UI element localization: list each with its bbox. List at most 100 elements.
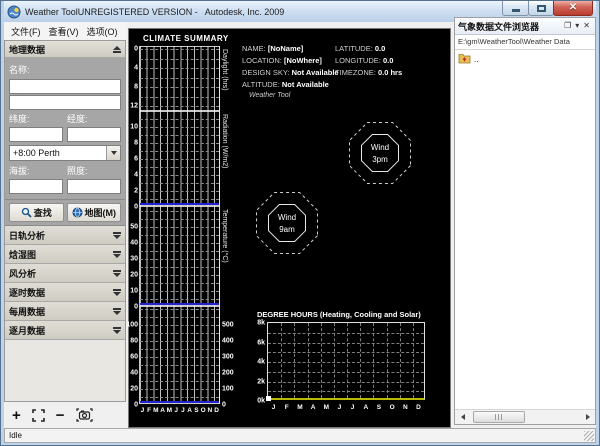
y-tick-label: 10 — [130, 124, 140, 131]
chart-section-temperature: 50403020100Temperature (°C) — [139, 206, 220, 306]
timezone-select[interactable]: +8:00 Perth — [9, 145, 121, 161]
window-title: Weather ToolUNREGISTERED VERSION - Autod… — [25, 7, 284, 17]
panel-menu-button[interactable]: ▾ — [573, 22, 581, 30]
y-tick-label: 40 — [130, 240, 140, 247]
panel-close-button[interactable]: ✕ — [581, 22, 592, 30]
zoom-fit-button[interactable] — [32, 409, 45, 422]
arrow-right-icon — [586, 414, 590, 420]
axis-label-temperature: Temperature (°C) — [221, 209, 228, 263]
month-label: N — [399, 404, 412, 411]
gridline — [140, 325, 219, 326]
sidebar-section-1[interactable]: 焓湿图 — [5, 245, 125, 264]
combo-dropdown-button[interactable] — [106, 146, 120, 160]
rolldown-icon — [113, 232, 121, 239]
sidebar-section-4[interactable]: 每周数据 — [5, 302, 125, 321]
sidebar-section-label: 逐时数据 — [9, 286, 45, 299]
zoom-in-button[interactable]: + — [12, 408, 21, 423]
menu-item-0[interactable]: 文件(F) — [8, 24, 44, 39]
minimize-button[interactable] — [502, 1, 529, 16]
svg-text:3pm: 3pm — [372, 155, 388, 164]
zoom-out-button[interactable]: − — [56, 408, 65, 423]
degree-hours-months-axis: JFMAMJJASOND — [267, 404, 425, 411]
gridline — [140, 151, 219, 152]
close-button[interactable]: ✕ — [553, 1, 593, 16]
map-button[interactable]: 地图(M) — [67, 203, 122, 222]
gridline — [140, 159, 219, 160]
longitude-label: 经度: — [67, 112, 121, 125]
sidebar-section-5[interactable]: 逐月数据 — [5, 321, 125, 340]
weather-tool-watermark: Weather Tool — [249, 92, 290, 99]
browser-path: E:\gm\WeatherTool\Weather Data — [455, 35, 595, 50]
float-panel-button[interactable]: ❐ — [562, 22, 573, 30]
gridline — [321, 323, 322, 398]
gridline — [140, 259, 219, 260]
y-tick-label: 4 — [134, 172, 140, 179]
latitude-input[interactable] — [9, 127, 63, 142]
location-input[interactable] — [9, 95, 121, 110]
y-tick-label: 80 — [130, 338, 140, 345]
axis-label-daylight: Daylight (hrs) — [221, 49, 228, 91]
altitude-input[interactable] — [9, 179, 63, 194]
month-label: A — [359, 404, 372, 411]
sidebar-sections: 日轨分析焓湿图风分析逐时数据每周数据逐月数据 — [5, 226, 125, 340]
y-tick-label: 8k — [257, 320, 268, 327]
arrow-left-icon — [461, 414, 465, 420]
info-timezone: TIMEZONE: 0.0 hrs — [335, 68, 402, 77]
name-input[interactable] — [9, 79, 121, 94]
gridline — [140, 275, 219, 276]
rolldown-icon — [113, 289, 121, 296]
month-label: J — [267, 404, 280, 411]
weather-file-browser-panel: 气象数据文件浏览器 ❐ ▾ ✕ E:\gm\WeatherTool\Weathe… — [454, 17, 596, 425]
y-tick-label-right: 400 — [219, 338, 234, 345]
search-button[interactable]: 查找 — [9, 203, 64, 222]
gridline — [140, 389, 219, 390]
gridline — [140, 341, 219, 342]
gridline — [140, 211, 219, 212]
y-tick-label: 2 — [134, 188, 140, 195]
y-tick-label: 20 — [130, 386, 140, 393]
menu-item-2[interactable]: 选项(O) — [84, 24, 121, 39]
folder-up-icon — [458, 53, 471, 64]
longitude-input[interactable] — [67, 127, 121, 142]
menu-item-1[interactable]: 查看(V) — [46, 24, 82, 39]
browser-title: 气象数据文件浏览器 — [458, 20, 562, 33]
gridline — [294, 323, 295, 398]
gridline — [268, 372, 424, 373]
info-longitude: LONGITUDE: 0.0 — [335, 56, 393, 65]
y-tick-label: 2k — [257, 378, 268, 385]
gridline — [140, 191, 219, 192]
gridline — [140, 183, 219, 184]
month-label: M — [166, 407, 173, 414]
illuminance-input[interactable] — [67, 179, 121, 194]
maximize-button[interactable] — [528, 1, 554, 16]
sidebar-section-2[interactable]: 风分析 — [5, 264, 125, 283]
gridline — [140, 175, 219, 176]
snapshot-button[interactable] — [76, 408, 93, 422]
gridline — [140, 219, 219, 220]
globe-icon — [72, 207, 83, 218]
wind-marker-9am: Wind 9am — [247, 183, 327, 263]
resize-grip[interactable] — [584, 431, 594, 441]
sidebar-section-3[interactable]: 逐时数据 — [5, 283, 125, 302]
chart-section-radiation: 1086420Radiation (W/m2) — [139, 111, 220, 206]
gridline — [140, 291, 219, 292]
rolldown-icon — [113, 270, 121, 277]
scroll-left-button[interactable] — [455, 410, 470, 424]
rolldown-icon — [113, 327, 121, 334]
sidebar-section-0[interactable]: 日轨分析 — [5, 226, 125, 245]
scroll-right-button[interactable] — [580, 410, 595, 424]
month-label: O — [200, 407, 207, 414]
search-icon — [21, 207, 32, 218]
wind-outer-octagon — [350, 123, 411, 184]
degree-hours-title: DEGREE HOURS (Heating, Cooling and Solar… — [257, 310, 421, 319]
gridline — [268, 382, 424, 383]
list-item-parent-folder[interactable]: .. — [458, 53, 592, 64]
y-tick-label: 8 — [134, 140, 140, 147]
gridline — [140, 119, 219, 120]
y-tick-label: 30 — [130, 256, 140, 263]
camera-icon — [76, 408, 93, 422]
horizontal-scrollbar[interactable] — [455, 409, 595, 424]
latitude-label: 纬度: — [9, 112, 63, 125]
sidebar-header-geodata[interactable]: 地理数据 — [5, 41, 125, 58]
scrollbar-thumb[interactable] — [473, 411, 525, 423]
